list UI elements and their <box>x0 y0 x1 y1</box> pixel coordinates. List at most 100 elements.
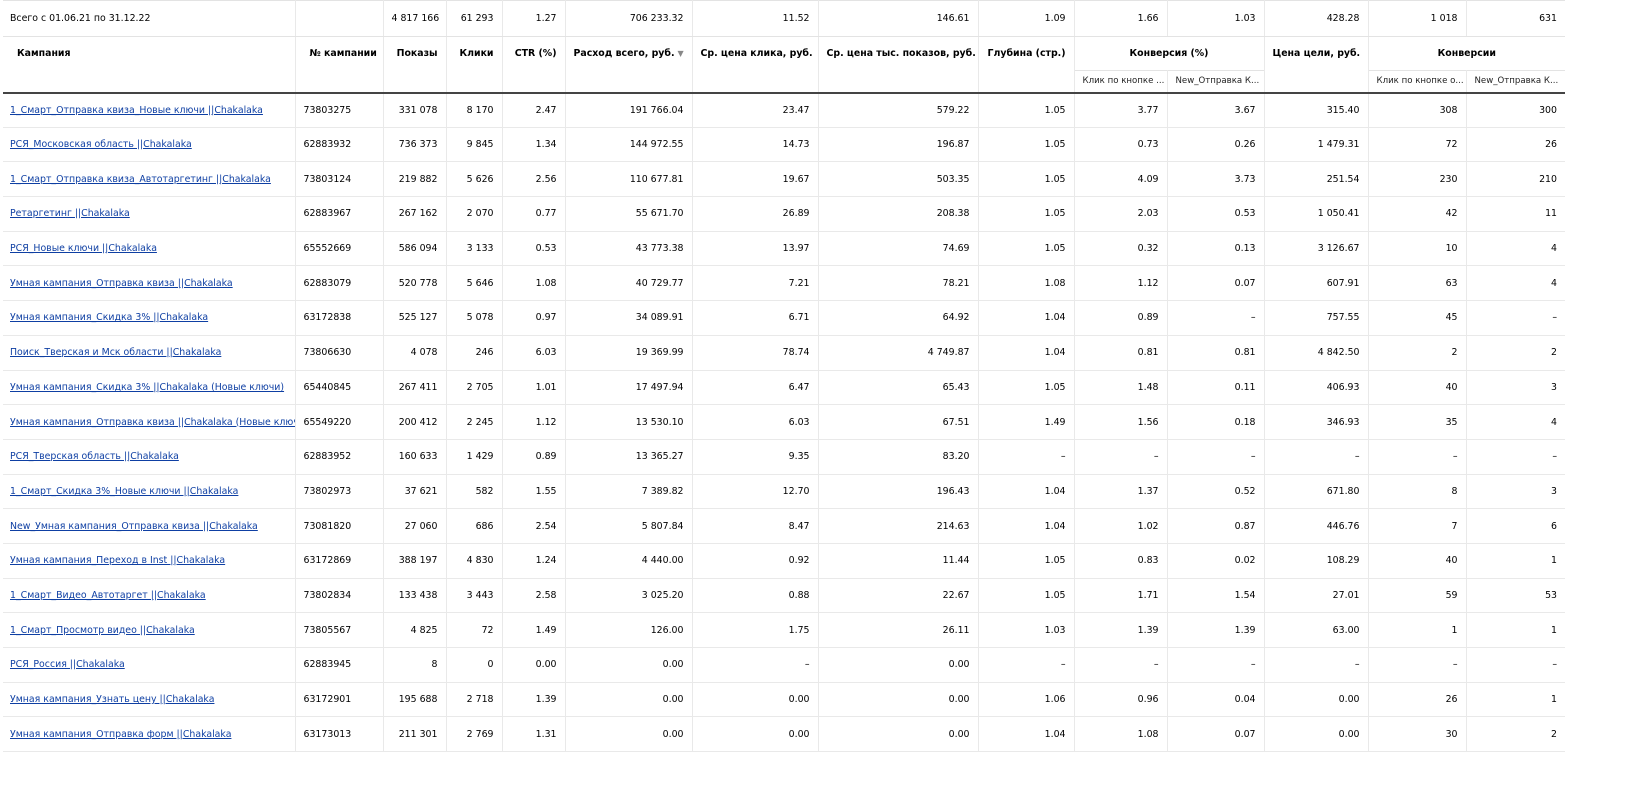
totals-cell: 631 <box>1466 0 1565 37</box>
campaign-link[interactable]: 1_Смарт_Скидка 3%_Новые ключи ||Chakalak… <box>10 486 238 497</box>
cell-cpc: – <box>692 647 819 683</box>
campaign-link[interactable]: 1_Смарт_Отправка квиза_Автотаргетинг ||C… <box>10 174 271 185</box>
campaign-link[interactable]: Умная кампания_Отправка квиза ||Chakalak… <box>10 417 294 428</box>
cell-conv-rate-goal1: – <box>1074 647 1168 683</box>
campaign-link[interactable]: Умная кампания_Скидка 3% ||Chakalaka (Но… <box>10 382 284 393</box>
col-group-conversions: Конверсии <box>1437 48 1496 59</box>
col-header-conversions-goal2[interactable]: New_Отправка К... <box>1466 70 1565 94</box>
cell-goal-price: 3 126.67 <box>1264 231 1369 267</box>
cell-cpm: 0.00 <box>818 682 979 718</box>
cell-cpc: 19.67 <box>692 161 819 198</box>
col-header-goal-price[interactable]: Цена цели, руб. <box>1264 36 1369 94</box>
cell-impressions: 27 060 <box>383 508 447 544</box>
cell-goal-price: 315.40 <box>1264 92 1369 128</box>
cell-cpc: 6.03 <box>692 404 819 440</box>
cell-campaign: РСЯ_Московская область ||Chakalaka <box>3 127 296 163</box>
cell-goal-price: 1 050.41 <box>1264 196 1369 232</box>
cell-conv-rate-goal1: 1.71 <box>1074 578 1168 614</box>
cell-cpm: 0.00 <box>818 716 979 753</box>
cell-conversions-goal2: 53 <box>1466 578 1565 614</box>
campaign-link[interactable]: Умная кампания_Узнать цену ||Chakalaka <box>10 694 214 705</box>
cell-conv-rate-goal2: 1.54 <box>1167 578 1265 614</box>
cell-clicks: 0 <box>446 647 503 683</box>
table-row: РСЯ_Тверская область ||Chakalaka 62883952… <box>3 439 1565 475</box>
cell-spend: 0.00 <box>565 716 693 753</box>
col-header-cpc[interactable]: Ср. цена клика, руб. <box>692 36 819 94</box>
col-header-conv-rate-goal1[interactable]: Клик по кнопке ... <box>1074 70 1168 94</box>
campaign-link[interactable]: Умная кампания_Отправка форм ||Chakalaka <box>10 729 231 740</box>
cell-cpm: 67.51 <box>818 404 979 440</box>
col-header-conversions-goal1[interactable]: Клик по кнопке о... <box>1368 70 1467 94</box>
cell-conv-rate-goal1: 0.81 <box>1074 335 1168 371</box>
cell-conversions-goal1: 35 <box>1368 404 1467 440</box>
cell-ctr: 1.55 <box>502 474 566 510</box>
cell-ctr: 1.24 <box>502 543 566 579</box>
campaign-link[interactable]: РСЯ_Новые ключи ||Chakalaka <box>10 243 157 254</box>
campaign-link[interactable]: 1_Смарт_Видео_Автотаргет ||Chakalaka <box>10 590 206 601</box>
cell-conversions-goal1: 63 <box>1368 265 1467 302</box>
campaign-link[interactable]: РСЯ_Московская область ||Chakalaka <box>10 139 192 150</box>
cell-goal-price: 27.01 <box>1264 578 1369 614</box>
cell-impressions: 736 373 <box>383 127 447 163</box>
campaign-link[interactable]: Ретаргетинг ||Chakalaka <box>10 208 130 219</box>
campaign-link[interactable]: 1_Смарт_Отправка квиза_Новые ключи ||Cha… <box>10 105 263 116</box>
totals-cell: 1 018 <box>1368 0 1467 37</box>
cell-campaign: Умная кампания_Скидка 3% ||Chakalaka (Но… <box>3 370 296 406</box>
campaign-link[interactable]: New_Умная кампания_Отправка квиза ||Chak… <box>10 521 258 532</box>
cell-goal-price: 251.54 <box>1264 161 1369 198</box>
cell-cpc: 6.47 <box>692 370 819 406</box>
cell-campaign: РСЯ_Россия ||Chakalaka <box>3 647 296 683</box>
cell-ctr: 2.56 <box>502 161 566 198</box>
col-header-campaign-id[interactable]: № кампании <box>295 36 384 94</box>
campaign-link[interactable]: Умная кампания_Отправка квиза ||Chakalak… <box>10 278 233 289</box>
cell-conversions-goal1: 26 <box>1368 682 1467 718</box>
col-header-spend[interactable]: Расход всего, руб. ▼ <box>565 36 693 94</box>
cell-cpm: 196.43 <box>818 474 979 510</box>
campaign-link[interactable]: Поиск_Тверская и Мск области ||Chakalaka <box>10 347 221 358</box>
cell-spend: 19 369.99 <box>565 335 693 371</box>
cell-conversions-goal1: 45 <box>1368 300 1467 336</box>
cell-campaign: Поиск_Тверская и Мск области ||Chakalaka <box>3 335 296 371</box>
cell-clicks: 4 830 <box>446 543 503 579</box>
cell-conv-rate-goal2: 1.39 <box>1167 612 1265 648</box>
cell-goal-price: 346.93 <box>1264 404 1369 440</box>
cell-ctr: 1.34 <box>502 127 566 163</box>
campaign-link[interactable]: Умная кампания_Переход в Inst ||Chakalak… <box>10 555 225 566</box>
totals-cell: 1.66 <box>1074 0 1168 37</box>
cell-goal-price: 0.00 <box>1264 716 1369 753</box>
cell-depth: 1.05 <box>978 196 1075 232</box>
cell-depth: 1.05 <box>978 543 1075 579</box>
col-header-clicks[interactable]: Клики <box>446 36 503 94</box>
cell-conv-rate-goal1: 1.37 <box>1074 474 1168 510</box>
col-header-cpm[interactable]: Ср. цена тыс. показов, руб. <box>818 36 979 94</box>
campaign-report-table: Всего с 01.06.21 по 31.12.22 4 817 166 61… <box>3 0 1565 753</box>
col-header-ctr[interactable]: CTR (%) <box>502 36 566 94</box>
cell-conv-rate-goal2: 0.02 <box>1167 543 1265 579</box>
table-row: Умная кампания_Отправка квиза ||Chakalak… <box>3 265 1565 302</box>
col-header-conv-rate-goal2[interactable]: New_Отправка К... <box>1167 70 1265 94</box>
totals-cell <box>295 0 384 37</box>
cell-campaign-id: 73081820 <box>295 508 384 544</box>
cell-conversions-goal2: 1 <box>1466 612 1565 648</box>
cell-conv-rate-goal1: 3.77 <box>1074 92 1168 128</box>
campaign-link[interactable]: 1_Смарт_Просмотр видео ||Chakalaka <box>10 625 195 636</box>
cell-conversions-goal2: – <box>1466 300 1565 336</box>
cell-conv-rate-goal1: 0.89 <box>1074 300 1168 336</box>
campaign-link[interactable]: Умная кампания_Скидка 3% ||Chakalaka <box>10 312 208 323</box>
sort-desc-icon[interactable]: ▼ <box>678 49 684 58</box>
col-header-depth[interactable]: Глубина (стр.) <box>978 36 1075 94</box>
cell-goal-price: 4 842.50 <box>1264 335 1369 371</box>
cell-ctr: 2.58 <box>502 578 566 614</box>
cell-goal-price: 406.93 <box>1264 370 1369 406</box>
cell-cpc: 8.47 <box>692 508 819 544</box>
cell-campaign: Умная кампания_Отправка квиза ||Chakalak… <box>3 404 296 440</box>
cell-conv-rate-goal2: 0.81 <box>1167 335 1265 371</box>
campaign-link[interactable]: РСЯ_Тверская область ||Chakalaka <box>10 451 179 462</box>
cell-conversions-goal1: – <box>1368 439 1467 475</box>
campaign-link[interactable]: РСЯ_Россия ||Chakalaka <box>10 659 125 670</box>
cell-conv-rate-goal2: 0.52 <box>1167 474 1265 510</box>
cell-spend: 4 440.00 <box>565 543 693 579</box>
cell-goal-price: 1 479.31 <box>1264 127 1369 163</box>
col-header-impressions[interactable]: Показы <box>383 36 447 94</box>
col-header-campaign[interactable]: Кампания <box>3 36 296 94</box>
